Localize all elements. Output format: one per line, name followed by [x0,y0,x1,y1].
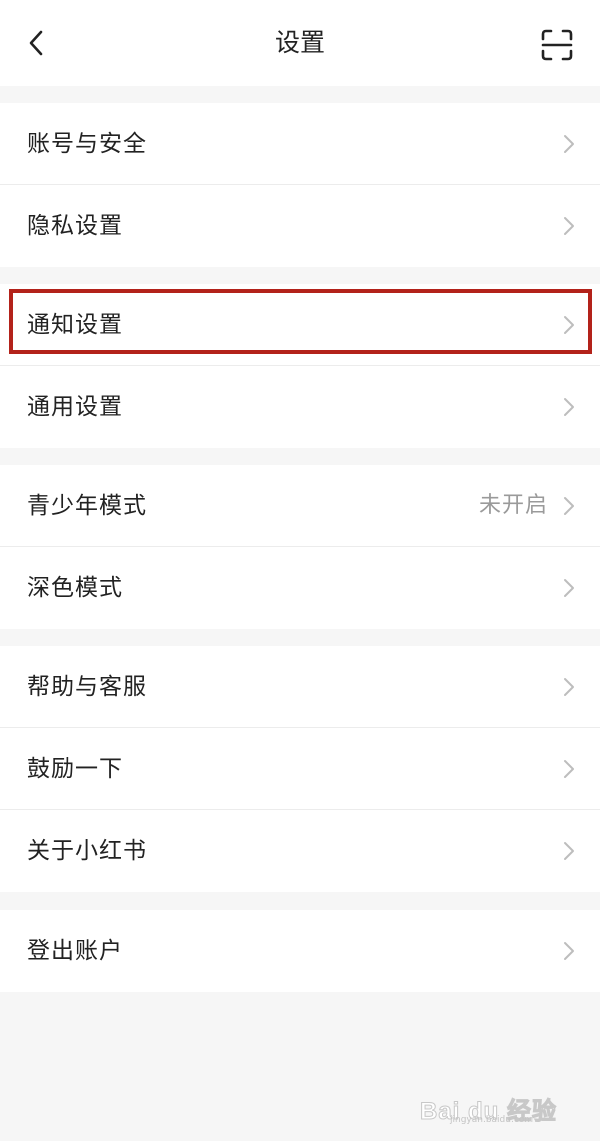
settings-item-label: 深色模式 [27,575,123,601]
chevron-right-icon [564,678,574,696]
settings-group-account: 账号与安全 隐私设置 [0,103,600,267]
watermark: Bai du 经验 jingyan.baidu.com [419,1081,570,1126]
settings-item-label: 通用设置 [27,394,123,420]
settings-item-teen-mode[interactable]: 青少年模式 未开启 [0,465,600,547]
settings-item-notifications[interactable]: 通知设置 [0,284,600,366]
scan-icon[interactable] [540,28,574,62]
settings-item-about[interactable]: 关于小红书 [0,810,600,892]
settings-item-privacy[interactable]: 隐私设置 [0,185,600,267]
settings-group-about: 帮助与客服 鼓励一下 关于小红书 [0,646,600,892]
chevron-right-icon [564,316,574,334]
settings-item-label: 关于小红书 [27,838,147,864]
settings-item-dark-mode[interactable]: 深色模式 [0,547,600,629]
settings-group-general: 通知设置 通用设置 [0,284,600,448]
settings-item-label: 登出账户 [27,938,123,964]
chevron-right-icon [564,217,574,235]
settings-item-label: 帮助与客服 [27,674,147,700]
chevron-right-icon [564,398,574,416]
chevron-right-icon [564,135,574,153]
settings-item-label: 青少年模式 [27,493,147,519]
chevron-right-icon [564,497,574,515]
nav-bar: 设置 [0,0,600,86]
teen-mode-status: 未开启 [478,493,548,518]
settings-item-logout[interactable]: 登出账户 [0,910,600,992]
settings-item-account-security[interactable]: 账号与安全 [0,103,600,185]
settings-item-help[interactable]: 帮助与客服 [0,646,600,728]
watermark-url: jingyan.baidu.com [450,1115,534,1125]
settings-item-encourage[interactable]: 鼓励一下 [0,728,600,810]
chevron-right-icon [564,760,574,778]
settings-group-logout: 登出账户 [0,910,600,992]
settings-item-label: 隐私设置 [27,213,123,239]
settings-item-label: 鼓励一下 [27,756,123,782]
settings-group-modes: 青少年模式 未开启 深色模式 [0,465,600,629]
chevron-right-icon [564,942,574,960]
chevron-left-icon[interactable] [22,28,52,58]
chevron-right-icon [564,842,574,860]
page-title: 设置 [274,28,325,57]
settings-item-label: 通知设置 [27,312,123,338]
settings-item-general[interactable]: 通用设置 [0,366,600,448]
settings-item-label: 账号与安全 [27,131,147,157]
chevron-right-icon [564,579,574,597]
